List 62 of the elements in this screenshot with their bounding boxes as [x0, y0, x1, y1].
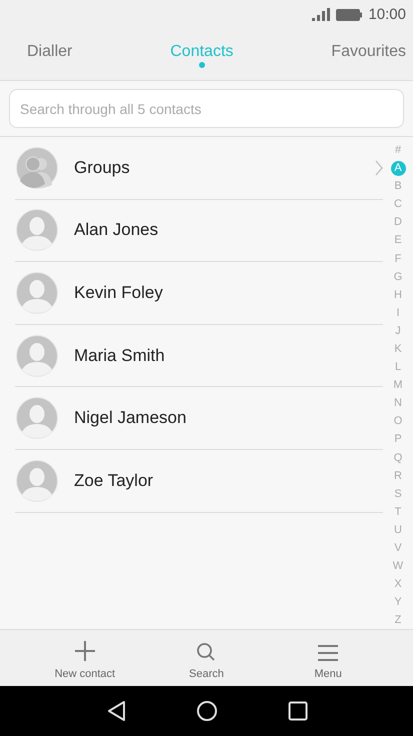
avatar-icon [16, 334, 58, 377]
home-icon[interactable] [196, 700, 218, 722]
index-letter[interactable]: Q [390, 448, 406, 467]
index-letter[interactable]: O [390, 412, 406, 430]
toolbar-button[interactable]: Menu [278, 630, 378, 686]
contact-name: Kevin Foley [74, 283, 164, 304]
toolbar-button[interactable]: New contact [34, 630, 135, 686]
contact-row[interactable]: Kevin Foley [15, 262, 383, 325]
back-icon[interactable] [106, 700, 126, 722]
index-letter[interactable]: W [390, 557, 406, 576]
signal-icon [312, 8, 330, 22]
avatar-icon [16, 397, 58, 440]
clock: 10:00 [368, 6, 406, 24]
index-letter[interactable]: X [390, 575, 406, 594]
index-letter[interactable]: K [390, 340, 406, 358]
index-letter[interactable]: S [390, 484, 406, 503]
index-letter[interactable]: C [390, 195, 406, 214]
search-field[interactable]: Search through all 5 contacts [9, 89, 404, 128]
toolbar-button[interactable]: Search [156, 630, 256, 686]
avatar-icon [16, 209, 58, 252]
index-letter[interactable]: D [390, 213, 406, 232]
contact-name: Zoe Taylor [74, 470, 154, 491]
battery-icon [336, 8, 362, 21]
index-letter[interactable]: A [390, 160, 406, 176]
contact-name: Nigel Jameson [74, 408, 188, 428]
index-letter[interactable]: V [390, 539, 406, 558]
contact-row[interactable]: Nigel Jameson [15, 387, 383, 450]
index-letter[interactable]: L [390, 358, 406, 376]
index-letter[interactable]: G [390, 268, 406, 286]
contact-row[interactable]: Maria Smith [15, 324, 383, 388]
menu-icon [317, 644, 340, 662]
contact-row[interactable]: Alan Jones [15, 200, 383, 262]
index-letter[interactable]: T [390, 502, 406, 521]
contact-name: Maria Smith [74, 346, 166, 366]
index-letter[interactable]: N [390, 394, 406, 412]
index-letter[interactable]: M [390, 376, 406, 394]
avatar-icon [16, 460, 58, 502]
plus-icon [74, 640, 96, 662]
tab[interactable]: Contacts [170, 42, 234, 71]
tab[interactable]: Dialler [27, 42, 72, 71]
avatar-icon [16, 272, 58, 314]
index-letter[interactable]: F [390, 250, 406, 268]
index-letter[interactable]: I [390, 304, 406, 322]
index-letter[interactable]: E [390, 231, 406, 250]
contact-name: Alan Jones [74, 220, 160, 240]
index-letter[interactable]: J [390, 322, 406, 340]
search-icon [196, 642, 216, 662]
index-letter[interactable]: H [390, 286, 406, 304]
index-letter[interactable]: # [390, 141, 406, 160]
recent-apps-icon[interactable] [288, 700, 308, 721]
index-letter[interactable]: P [390, 430, 406, 449]
contact-row[interactable]: Groups [15, 137, 383, 200]
index-letter[interactable]: Y [390, 593, 406, 612]
tab[interactable]: Favourites [331, 42, 406, 71]
index-letter[interactable]: U [390, 520, 406, 540]
group-avatar-icon [16, 146, 58, 189]
index-letter[interactable]: Z [390, 611, 406, 630]
index-letter[interactable]: R [390, 466, 406, 485]
contact-row[interactable]: Zoe Taylor [15, 450, 383, 513]
index-letter[interactable]: B [390, 177, 406, 196]
contact-name: Groups [74, 158, 131, 178]
chevron-right-icon [375, 160, 383, 176]
